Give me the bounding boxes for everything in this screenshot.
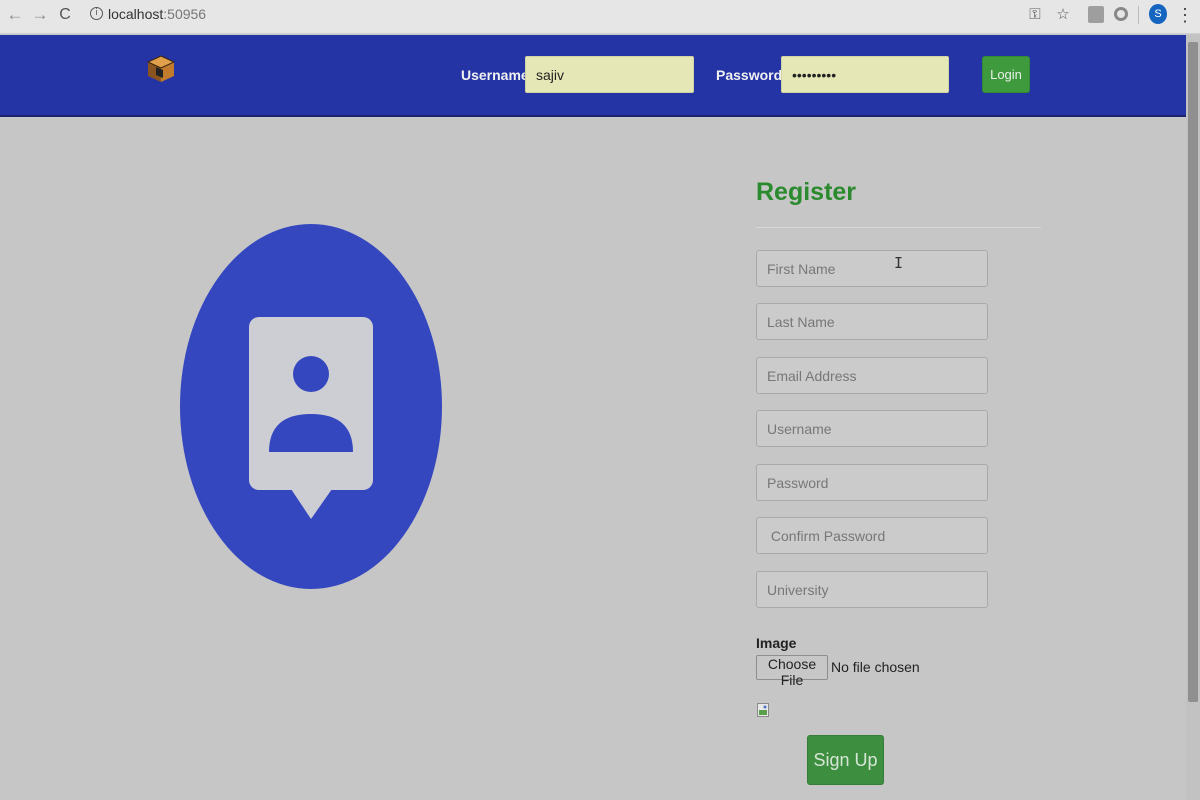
extension-circle-icon[interactable]: [1114, 7, 1128, 21]
image-label: Image: [756, 635, 797, 651]
email-field[interactable]: [756, 357, 988, 394]
profile-avatar[interactable]: S: [1149, 4, 1167, 24]
scrollbar-thumb[interactable]: [1188, 42, 1198, 702]
user-contact-icon: [180, 224, 442, 589]
url-text[interactable]: localhost:50956: [108, 6, 206, 22]
text-cursor-icon: I: [894, 254, 904, 272]
password-input[interactable]: [781, 56, 949, 93]
site-logo-icon[interactable]: [146, 54, 176, 84]
toolbar-separator: [1138, 6, 1139, 24]
register-username-field[interactable]: [756, 410, 988, 447]
password-label: Password: [716, 67, 783, 83]
username-label: Username: [461, 67, 529, 83]
username-input[interactable]: [525, 56, 694, 93]
back-icon[interactable]: ←: [4, 4, 26, 26]
info-icon[interactable]: i: [90, 7, 103, 20]
browser-toolbar: ← → C i localhost:50956 ⚿ ☆ S ⋮: [0, 0, 1200, 34]
confirm-password-field[interactable]: [756, 517, 988, 554]
login-button[interactable]: Login: [982, 56, 1030, 93]
key-icon[interactable]: ⚿: [1024, 4, 1046, 26]
register-heading: Register: [756, 178, 857, 206]
register-divider: [756, 227, 1041, 228]
last-name-field[interactable]: [756, 303, 988, 340]
no-file-text: No file chosen: [831, 659, 920, 675]
sign-up-button[interactable]: Sign Up: [807, 735, 884, 785]
university-field[interactable]: [756, 571, 988, 608]
url-port: :50956: [163, 6, 207, 22]
url-host: localhost: [108, 6, 164, 22]
first-name-field[interactable]: [756, 250, 988, 287]
register-password-field[interactable]: [756, 464, 988, 501]
forward-icon[interactable]: →: [29, 4, 51, 26]
site-header: Username Password Login: [0, 35, 1186, 117]
broken-image-icon: [757, 703, 769, 717]
page-scrollbar[interactable]: [1186, 35, 1200, 800]
choose-file-button[interactable]: Choose File: [756, 655, 828, 688]
extension-icon[interactable]: [1088, 6, 1104, 23]
star-icon[interactable]: ☆: [1052, 4, 1074, 26]
address-bar[interactable]: i localhost:50956: [84, 3, 1004, 27]
browser-menu-icon[interactable]: ⋮: [1176, 4, 1194, 26]
reload-icon[interactable]: C: [54, 4, 76, 26]
